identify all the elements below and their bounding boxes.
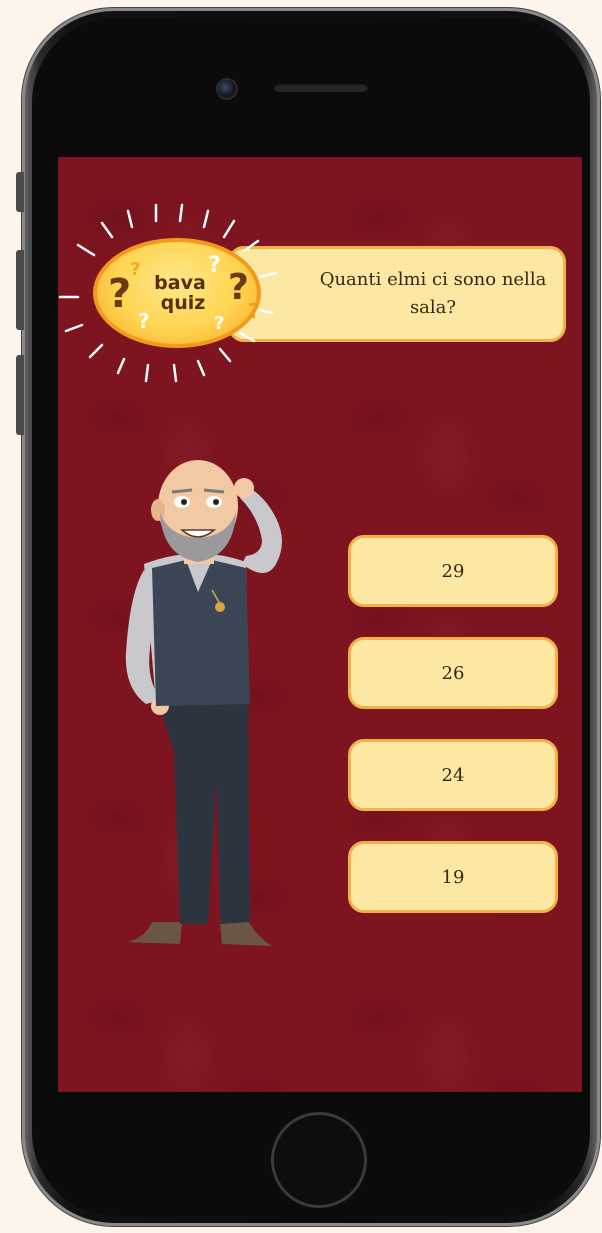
thinking-man-illustration: [125, 460, 282, 946]
question-text: Quanti elmi ci sono nella sala?: [319, 269, 547, 318]
logo-line-2: quiz: [160, 292, 206, 314]
question-mark-icon: ?: [248, 299, 260, 323]
answer-button-3[interactable]: 24: [348, 739, 558, 811]
question-mark-icon: ?: [214, 313, 225, 334]
volume-up-button: [16, 250, 24, 330]
logo-line-1: bava: [154, 272, 206, 294]
earpiece-speaker: [274, 83, 368, 92]
mute-switch: [16, 172, 24, 212]
answer-list: 29 26 24 19: [348, 535, 558, 943]
answer-button-2[interactable]: 26: [348, 637, 558, 709]
front-camera: [216, 78, 238, 100]
answer-button-1[interactable]: 29: [348, 535, 558, 607]
bava-quiz-logo: ? ? ? ? ? ? ? bava quiz: [58, 197, 298, 387]
app-screen: Quanti elmi ci sono nella sala? ? ? ? ? …: [58, 157, 582, 1092]
logo-text: bava quiz: [128, 273, 232, 313]
home-button[interactable]: [271, 1112, 367, 1208]
answer-button-4[interactable]: 19: [348, 841, 558, 913]
volume-down-button: [16, 355, 24, 435]
